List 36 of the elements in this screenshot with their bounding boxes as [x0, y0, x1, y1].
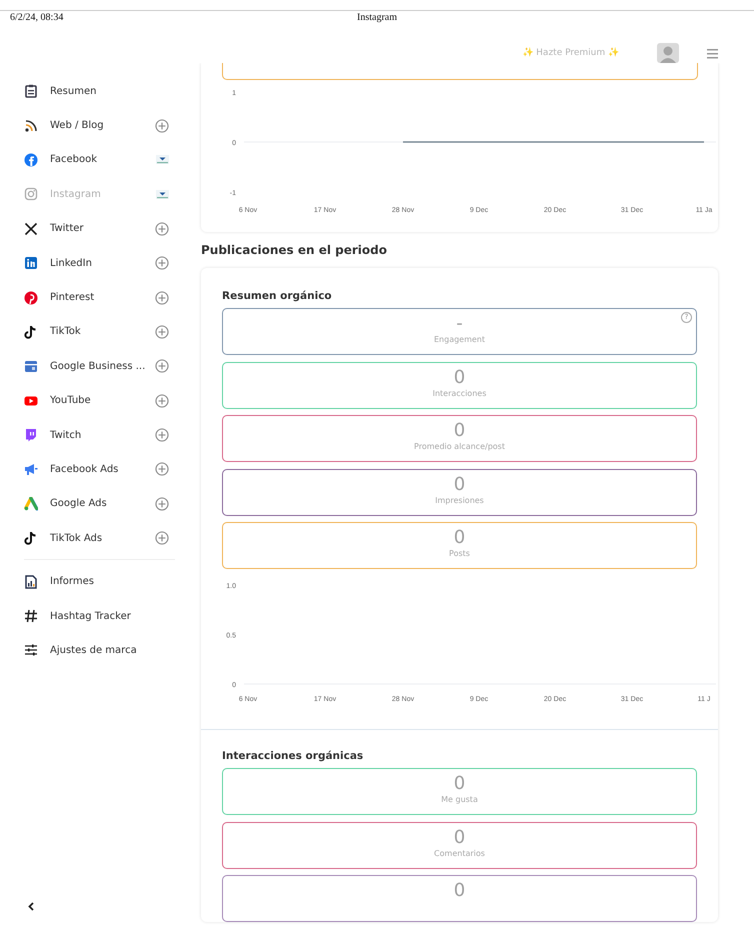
sidebar-item[interactable]: TikTok Ads [24, 521, 175, 556]
stat-value: 0 [454, 527, 466, 549]
section-title: Publicaciones en el periodo [201, 243, 388, 257]
panel-title: Interacciones orgánicas [222, 750, 364, 762]
sidebar-item[interactable]: Pinterest [24, 280, 175, 315]
stat-label: Impresiones [435, 496, 484, 504]
stat-label: Comentarios [434, 848, 485, 858]
stat-label: Engagement [434, 335, 486, 344]
sidebar-item[interactable]: TikTok [24, 314, 175, 350]
page-title: Instagram [357, 11, 397, 23]
stat-value: - [456, 313, 463, 335]
stat-label: Me gusta [441, 795, 478, 804]
print-date: 6/2/24, 08:34 [10, 11, 64, 23]
stat-label: Promedio alcance/post [414, 442, 505, 451]
sidebar-item[interactable]: Resumen [24, 74, 175, 108]
sidebar-item[interactable]: YouTube [24, 384, 175, 418]
stat-label: Interacciones [432, 388, 486, 398]
sidebar-item[interactable]: Twitch [24, 418, 175, 452]
sidebar-item[interactable]: Google Business ... [24, 349, 175, 384]
stat-value: 0 [454, 474, 466, 496]
stat-value: 0 [454, 880, 466, 902]
stat-value: 0 [454, 773, 466, 795]
sidebar-item[interactable]: LinkedIn [24, 246, 175, 280]
stat-label: Posts [449, 549, 470, 558]
sidebar-item[interactable]: Hashtag Tracker [24, 598, 175, 634]
sidebar-item[interactable]: Ajustes de marca [24, 633, 175, 668]
sidebar-item[interactable]: Web / Blog [24, 108, 175, 143]
stat-value: 0 [454, 366, 466, 388]
sidebar-item[interactable]: Twitter [24, 212, 175, 246]
stat-value: 0 [454, 826, 466, 848]
sidebar-item[interactable]: Facebook [24, 142, 175, 178]
sidebar-item[interactable]: Facebook Ads [24, 452, 175, 487]
sidebar-item[interactable]: Informes [24, 564, 175, 599]
stat-value: 0 [454, 420, 466, 442]
sidebar-item[interactable]: Google Ads [24, 486, 175, 522]
panel-title: Resumen orgánico [222, 290, 333, 302]
